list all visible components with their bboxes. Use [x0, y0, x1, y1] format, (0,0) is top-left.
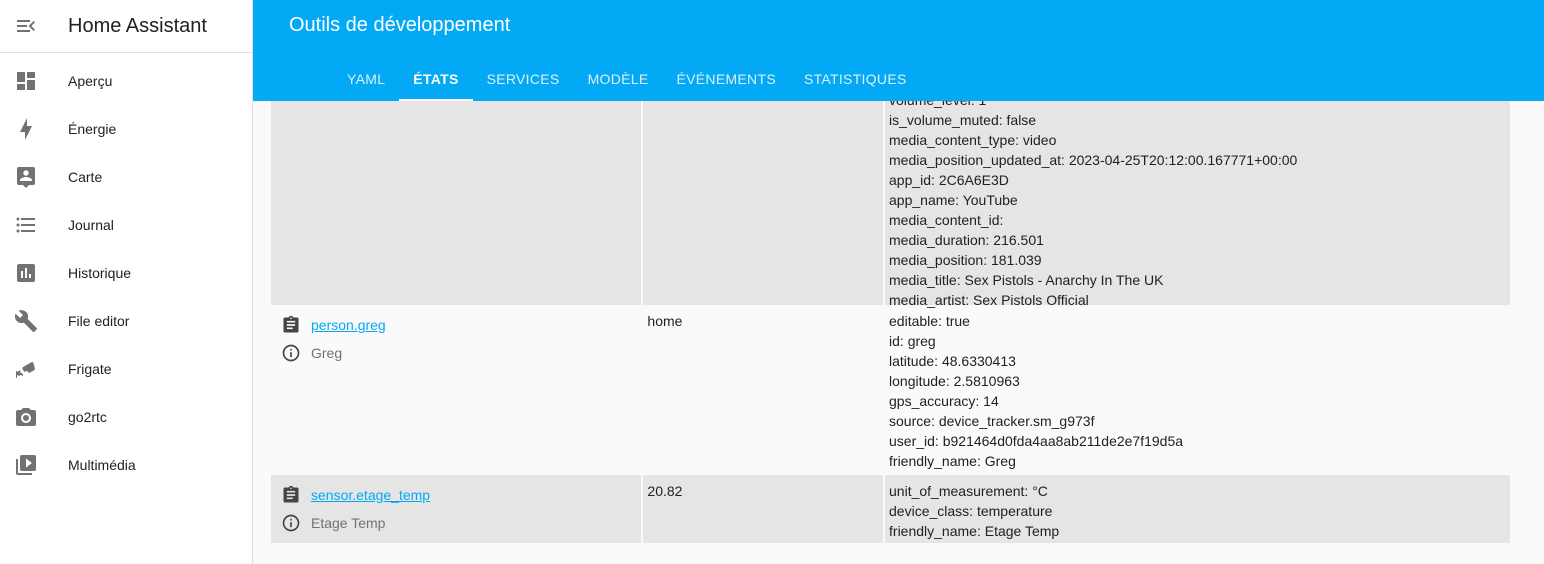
table-row: sensor.etage_temp Etage Temp 20.82 unit_… [271, 475, 1510, 543]
sidebar-item-label: Frigate [68, 361, 112, 377]
sidebar-item-label: Multimédia [68, 457, 136, 473]
menu-collapse-icon[interactable] [0, 0, 52, 53]
state-cell: home [643, 305, 883, 475]
tab-etats[interactable]: ÉTATS [399, 56, 473, 101]
dashboard-icon [0, 57, 52, 105]
sidebar-item-label: Journal [68, 217, 114, 233]
sidebar-item-energie[interactable]: Énergie [0, 105, 252, 153]
attribute-line: longitude: 2.5810963 [889, 373, 1020, 389]
sidebar-item-label: Carte [68, 169, 103, 185]
table-row: person.greg Greg home editable: true id:… [271, 305, 1510, 475]
state-value: home [647, 313, 683, 329]
sidebar-item-label: Énergie [68, 121, 117, 137]
clipboard-icon[interactable] [279, 315, 303, 335]
attribute-line: unit_of_measurement: °C [889, 483, 1048, 499]
app-title: Home Assistant [68, 14, 207, 37]
tab-statistiques[interactable]: STATISTIQUES [790, 56, 921, 101]
camera-icon [0, 393, 52, 441]
attribute-line: volume_level: 1 [889, 101, 1506, 110]
clipboard-icon[interactable] [279, 485, 303, 505]
sidebar-item-go2rtc[interactable]: go2rtc [0, 393, 252, 441]
sidebar-item-label: Aperçu [68, 73, 113, 89]
attribute-line: friendly_name: Greg [889, 453, 1016, 469]
sidebar-item-historique[interactable]: Historique [0, 249, 252, 297]
states-table: volume_level: 1 is_volume_muted: false m… [271, 101, 1510, 543]
attribute-line: source: device_tracker.sm_g973f [889, 413, 1095, 429]
info-icon[interactable] [279, 343, 303, 363]
attributes-cell: volume_level: 1 is_volume_muted: false m… [885, 101, 1510, 308]
table-row: volume_level: 1 is_volume_muted: false m… [271, 101, 1510, 308]
sidebar-item-label: File editor [68, 313, 130, 329]
sidebar-header: Home Assistant [0, 0, 252, 53]
attribute-line: app_id: 2C6A6E3D [889, 172, 1009, 188]
attribute-line: friendly_name: Etage Temp [889, 523, 1060, 539]
entity-id-link[interactable]: sensor.etage_temp [311, 485, 430, 505]
attribute-line: latitude: 48.6330413 [889, 353, 1016, 369]
attribute-line: media_content_id: [889, 212, 1004, 228]
attribute-line: app_name: YouTube [889, 192, 1018, 208]
sidebar: Home Assistant Aperçu Énergie Carte Jour… [0, 0, 253, 564]
attributes-cell: unit_of_measurement: °C device_class: te… [885, 475, 1510, 543]
sidebar-item-apercu[interactable]: Aperçu [0, 57, 252, 105]
attribute-line: media_duration: 216.501 [889, 232, 1044, 248]
states-content: volume_level: 1 is_volume_muted: false m… [253, 101, 1544, 564]
sidebar-item-frigate[interactable]: Frigate [0, 345, 252, 393]
state-value: 20.82 [647, 483, 683, 499]
attribute-line: media_content_type: video [889, 132, 1057, 148]
sidebar-item-file-editor[interactable]: File editor [0, 297, 252, 345]
attribute-line: editable: true [889, 313, 970, 329]
entity-id-link[interactable]: person.greg [311, 315, 386, 335]
tab-bar: YAML ÉTATS SERVICES MODÈLE ÉVÉNEMENTS ST… [333, 56, 921, 101]
sidebar-item-multimedia[interactable]: Multimédia [0, 441, 252, 489]
attribute-line: device_class: temperature [889, 503, 1053, 519]
attribute-line: id: greg [889, 333, 936, 349]
attribute-line: user_id: b921464d0fda4aa8ab211de2e7f19d5… [889, 433, 1184, 449]
attribute-line: media_position: 181.039 [889, 252, 1042, 268]
play-box-icon [0, 441, 52, 489]
state-cell [643, 101, 884, 305]
tab-evenements[interactable]: ÉVÉNEMENTS [663, 56, 790, 101]
entity-friendly-name: Etage Temp [311, 515, 386, 531]
lightning-bolt-icon [0, 105, 52, 153]
entity-friendly-name: Greg [311, 345, 343, 361]
tab-modele[interactable]: MODÈLE [574, 56, 663, 101]
sidebar-item-journal[interactable]: Journal [0, 201, 252, 249]
entity-cell: person.greg Greg [271, 305, 641, 475]
sidebar-item-label: Historique [68, 265, 132, 281]
info-icon[interactable] [279, 513, 303, 533]
tab-yaml[interactable]: YAML [333, 56, 399, 101]
chart-box-icon [0, 249, 52, 297]
wrench-icon [0, 297, 52, 345]
state-cell: 20.82 [643, 475, 884, 543]
page-title: Outils de développement [289, 14, 511, 36]
attribute-line: gps_accuracy: 14 [889, 393, 999, 409]
cctv-icon [0, 345, 52, 393]
map-person-icon [0, 153, 52, 201]
tab-services[interactable]: SERVICES [473, 56, 574, 101]
sidebar-item-label: go2rtc [68, 409, 107, 425]
top-header: Outils de développement YAML ÉTATS SERVI… [253, 0, 1544, 101]
sidebar-item-carte[interactable]: Carte [0, 153, 252, 201]
list-icon [0, 201, 52, 249]
entity-cell [271, 101, 642, 305]
attribute-line: media_title: Sex Pistols - Anarchy In Th… [889, 272, 1164, 288]
attribute-line: media_position_updated_at: 2023-04-25T20… [889, 152, 1298, 168]
attributes-cell: editable: true id: greg latitude: 48.633… [885, 305, 1510, 475]
attribute-line: is_volume_muted: false [889, 112, 1037, 128]
entity-cell: sensor.etage_temp Etage Temp [271, 475, 642, 543]
